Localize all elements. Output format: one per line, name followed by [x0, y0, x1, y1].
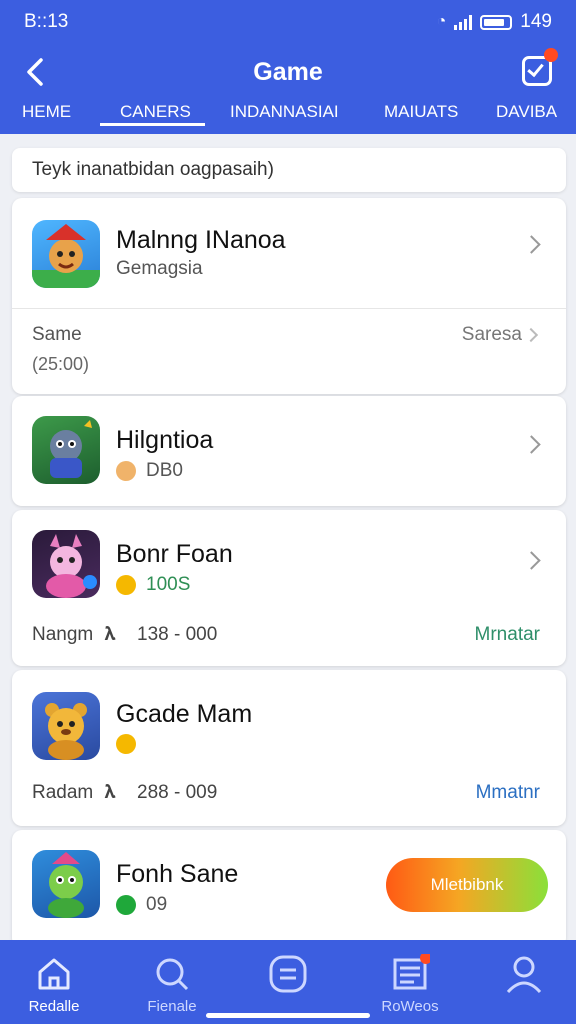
- nav-item-search[interactable]: Fienale: [132, 954, 212, 1015]
- game-subtitle: Gemagsia: [116, 258, 203, 279]
- chevron-right-icon: [523, 327, 539, 343]
- search-icon: [152, 954, 192, 994]
- game-name: Fonh Sane: [116, 860, 239, 888]
- check-circle-icon: [116, 895, 136, 915]
- game-name: Bonr Foan: [116, 540, 233, 568]
- game-stat: 09: [116, 894, 167, 916]
- tab-indannasiai[interactable]: INDANNASIAI: [230, 102, 339, 122]
- profile-icon: [504, 954, 544, 994]
- game-name: Malnng INanoa: [116, 226, 286, 254]
- game-icon-5: [32, 850, 100, 918]
- game-meta-value: (25:00): [32, 354, 90, 374]
- bottom-nav: Redalle Fienale RoWeos: [0, 940, 576, 1024]
- nav-item-news[interactable]: RoWeos: [370, 952, 450, 1015]
- game-card-1[interactable]: Malnng INanoa Gemagsia Same (25:00) Sare…: [12, 198, 566, 394]
- game-meta-label: Same: [32, 324, 82, 345]
- game-icon-3: [32, 530, 100, 598]
- game-stat: [116, 734, 146, 754]
- game-icon-2: [32, 416, 100, 484]
- pin-icon: 𝛌: [104, 624, 116, 645]
- news-icon: [390, 952, 432, 994]
- game-card-2[interactable]: Hilgntioa DB0: [12, 396, 566, 506]
- home-indicator: [206, 1013, 370, 1018]
- chevron-right-icon: [522, 435, 541, 454]
- chevron-right-icon: [522, 235, 541, 254]
- battery-icon: [480, 14, 513, 30]
- nav-item-profile[interactable]: [484, 954, 564, 998]
- coin-icon: [116, 734, 136, 754]
- tab-bar: HEME CANERS INDANNASIAI MAIUATS DAVIBA: [0, 98, 576, 134]
- chevron-right-icon: [522, 551, 541, 570]
- list-icon: [268, 954, 308, 994]
- status-bar: B::13 ◔ 149: [24, 10, 552, 34]
- nav-item-list[interactable]: [248, 954, 328, 998]
- game-card-5[interactable]: Fonh Sane 09 Mletbibnk: [12, 830, 566, 948]
- game-icon-1: [32, 220, 100, 288]
- game-name: Gcade Mam: [116, 700, 253, 728]
- game-meta-label: Nangm 𝛌 138 - 000: [32, 624, 218, 645]
- home-icon: [34, 954, 74, 994]
- search-input[interactable]: Teyk inanatbidan oagpasaih): [12, 148, 566, 192]
- game-meta-label: Radam 𝛌 288 - 009: [32, 782, 218, 803]
- check-square-button[interactable]: [522, 48, 558, 86]
- tab-heme[interactable]: HEME: [22, 102, 71, 122]
- top-bar: B::13 ◔ 149 Game HEME CANERS INDANNASIAI…: [0, 0, 576, 134]
- check-square-icon: [527, 59, 544, 78]
- game-icon-4: [32, 692, 100, 760]
- status-time: B::13: [24, 11, 69, 32]
- nav-bar: Game: [0, 48, 576, 96]
- wifi-icon: ◔: [436, 13, 447, 30]
- game-meta-link[interactable]: Mmatnr: [476, 782, 540, 804]
- play-button[interactable]: Mletbibnk: [386, 858, 548, 912]
- game-card-3[interactable]: Bonr Foan 100S Nangm 𝛌 138 - 000 Mrnatar: [12, 510, 566, 666]
- battery-level: 149: [520, 11, 552, 32]
- page-title: Game: [253, 58, 323, 86]
- tab-caners[interactable]: CANERS: [100, 102, 205, 126]
- game-stat: 100S: [116, 574, 190, 596]
- game-stat: DB0: [116, 460, 183, 482]
- game-name: Hilgntioa: [116, 426, 214, 454]
- game-meta-link[interactable]: Mrnatar: [475, 624, 540, 646]
- coin-icon: [116, 461, 136, 481]
- pin-icon: 𝛌: [104, 782, 116, 803]
- nav-item-home[interactable]: Redalle: [14, 954, 94, 1015]
- tab-daviba[interactable]: DAVIBA: [496, 102, 557, 122]
- tab-maiuats[interactable]: MAIUATS: [384, 102, 458, 122]
- game-card-4[interactable]: Gcade Mam Radam 𝛌 288 - 009 Mmatnr: [12, 670, 566, 826]
- coin-icon: [116, 575, 136, 595]
- notification-dot: [544, 48, 558, 62]
- game-meta-link[interactable]: Saresa: [462, 324, 522, 346]
- signal-icon: [454, 14, 473, 30]
